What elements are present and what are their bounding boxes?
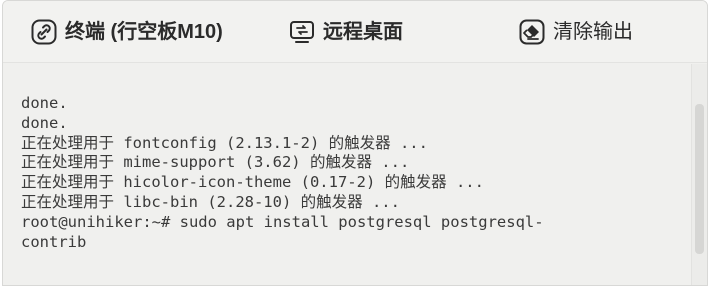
toolbar: 终端 (行空板M10) 远程桌面 清除输出: [3, 1, 707, 63]
scrollbar-thumb[interactable]: [695, 104, 704, 254]
terminal-tab-label: 终端 (行空板M10): [65, 21, 223, 43]
remote-desktop-button[interactable]: 远程桌面: [289, 15, 403, 49]
terminal-line: 正在处理用于 hicolor-icon-theme (0.17-2) 的触发器 …: [21, 173, 484, 192]
terminal-line: contrib: [21, 232, 87, 251]
terminal-output[interactable]: done. done. 正在处理用于 fontconfig (2.13.1-2)…: [3, 64, 693, 285]
remote-desktop-label: 远程桌面: [323, 21, 403, 43]
terminal-line: 正在处理用于 libc-bin (2.28-10) 的触发器 ...: [21, 192, 400, 211]
terminal-window: 终端 (行空板M10) 远程桌面 清除输出 done. done. 正在处理用于…: [2, 0, 708, 286]
terminal-line: 正在处理用于 mime-support (3.62) 的触发器 ...: [21, 153, 410, 172]
terminal-line: done.: [21, 113, 68, 132]
terminal-tab-button[interactable]: 终端 (行空板M10): [31, 15, 223, 49]
remote-desktop-icon: [289, 19, 315, 45]
clear-output-label: 清除输出: [553, 21, 633, 43]
terminal-line: done.: [21, 94, 68, 112]
eraser-icon: [519, 19, 545, 45]
vertical-scrollbar[interactable]: [691, 64, 707, 285]
terminal-line: 正在处理用于 fontconfig (2.13.1-2) 的触发器 ...: [21, 133, 428, 152]
terminal-prompt-line: root@unihiker:~# sudo apt install postgr…: [21, 212, 544, 231]
link-icon: [31, 19, 57, 45]
clear-output-button[interactable]: 清除输出: [519, 15, 633, 49]
